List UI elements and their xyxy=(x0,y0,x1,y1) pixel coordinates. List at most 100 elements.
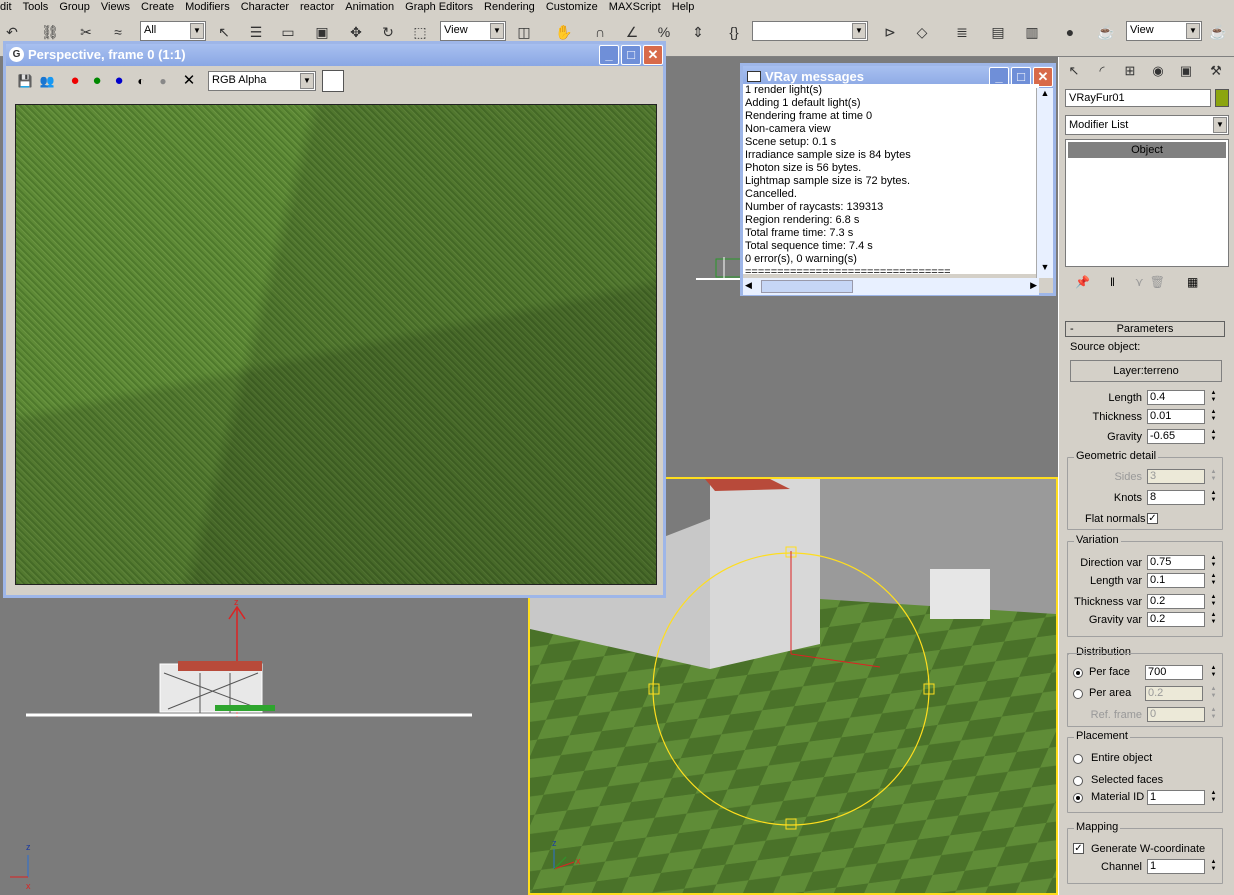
material-id-radio[interactable] xyxy=(1073,793,1083,803)
per-area-radio[interactable] xyxy=(1073,689,1083,699)
pivot-icon[interactable]: ◫ xyxy=(514,21,534,43)
modify-tab-icon[interactable]: ◜ xyxy=(1091,60,1113,82)
menu-item-group[interactable]: Group xyxy=(59,1,97,13)
menu-item-graph-editors[interactable]: Graph Editors xyxy=(405,1,480,13)
ref-frame-field[interactable]: 0 xyxy=(1147,707,1205,722)
undo-icon[interactable]: ↶ xyxy=(2,21,22,43)
selected-faces-radio[interactable] xyxy=(1073,776,1083,786)
thickness-spinner[interactable]: ▲ ▼ xyxy=(1209,409,1218,424)
spinner-snap-icon[interactable]: ⇕ xyxy=(688,21,708,43)
thickness-var-field[interactable]: 0.2 xyxy=(1147,594,1205,609)
sides-field[interactable]: 3 xyxy=(1147,469,1205,484)
modifier-list-dropdown[interactable]: Modifier List ▼ xyxy=(1065,115,1229,135)
length-var-field[interactable]: 0.1 xyxy=(1147,573,1205,588)
generate-w-checkbox[interactable]: ✓ xyxy=(1073,843,1084,854)
render-view-dropdown[interactable]: View ▼ xyxy=(1126,21,1202,41)
percent-snap-icon[interactable]: % xyxy=(654,21,674,43)
move-icon[interactable]: ✥ xyxy=(346,21,366,43)
red-channel-icon[interactable]: ● xyxy=(66,72,84,90)
scroll-down-icon[interactable]: ▼ xyxy=(1037,262,1053,278)
rect-selection-icon[interactable]: ▭ xyxy=(278,21,298,43)
layer-manager-icon[interactable]: ≣ xyxy=(952,21,972,43)
save-icon[interactable]: 💾 xyxy=(16,72,34,90)
close-button[interactable]: ✕ xyxy=(643,45,663,65)
menu-item-modifiers[interactable]: Modifiers xyxy=(185,1,237,13)
horizontal-scrollbar[interactable]: ◀ ▶ xyxy=(743,278,1039,295)
utilities-tab-icon[interactable]: ⚒ xyxy=(1205,60,1227,82)
menu-item-reactor[interactable]: reactor xyxy=(300,1,341,13)
menu-item-create[interactable]: Create xyxy=(141,1,181,13)
length-field[interactable]: 0.4 xyxy=(1147,390,1205,405)
sides-spinner[interactable]: ▲ ▼ xyxy=(1209,469,1218,484)
material-editor-icon[interactable]: ● xyxy=(1060,21,1080,43)
unlink-icon[interactable]: ✂ xyxy=(76,21,96,43)
remove-modifier-icon[interactable]: 🗑 xyxy=(1150,275,1165,295)
scroll-right-icon[interactable]: ▶ xyxy=(1030,280,1037,291)
render-scene-icon[interactable]: ☕ xyxy=(1096,21,1116,43)
select-link-icon[interactable]: ⛓ xyxy=(40,21,60,43)
material-id-field[interactable]: 1 xyxy=(1147,790,1205,805)
green-channel-icon[interactable]: ● xyxy=(88,72,106,90)
make-unique-icon[interactable]: ⋎ xyxy=(1135,275,1144,295)
snap-3d-icon[interactable]: ∩ xyxy=(590,21,610,43)
thickness-field[interactable]: 0.01 xyxy=(1147,409,1205,424)
menu-item-customize[interactable]: Customize xyxy=(546,1,605,13)
menu-item-maxscript[interactable]: MAXScript xyxy=(609,1,668,13)
selection-filter-dropdown[interactable]: All ▼ xyxy=(140,21,206,41)
frame-buffer-titlebar[interactable]: G Perspective, frame 0 (1:1) _ □ ✕ xyxy=(6,44,663,66)
knots-spinner[interactable]: ▲ ▼ xyxy=(1209,490,1218,505)
ref-coord-dropdown[interactable]: View ▼ xyxy=(440,21,506,41)
gravity-spinner[interactable]: ▲ ▼ xyxy=(1209,429,1218,444)
gravity-field[interactable]: -0.65 xyxy=(1147,429,1205,444)
thickness-var-spinner[interactable]: ▲ ▼ xyxy=(1209,594,1218,609)
minimize-button[interactable]: _ xyxy=(599,45,619,65)
display-tab-icon[interactable]: ▣ xyxy=(1175,60,1197,82)
menu-item-help[interactable]: Help xyxy=(672,1,702,13)
blue-channel-icon[interactable]: ● xyxy=(110,72,128,90)
maximize-button[interactable]: □ xyxy=(621,45,641,65)
select-by-name-icon[interactable]: ☰ xyxy=(246,21,266,43)
clear-icon[interactable]: ✕ xyxy=(180,72,198,90)
hierarchy-tab-icon[interactable]: ⊞ xyxy=(1119,60,1141,82)
show-end-result-icon[interactable]: ‖ xyxy=(1110,275,1115,295)
channel-dropdown[interactable]: RGB Alpha ▼ xyxy=(208,71,316,91)
menu-item-dit[interactable]: dit xyxy=(0,1,19,13)
menu-item-animation[interactable]: Animation xyxy=(345,1,401,13)
clone-icon[interactable]: 👥 xyxy=(38,72,56,90)
quick-render-icon[interactable]: ☕ xyxy=(1208,21,1228,43)
menu-item-views[interactable]: Views xyxy=(101,1,137,13)
source-object-button[interactable]: Layer:terreno xyxy=(1070,360,1222,382)
mono-channel-icon[interactable]: ● xyxy=(154,72,172,90)
scale-icon[interactable]: ⬚ xyxy=(410,21,430,43)
alpha-channel-icon[interactable]: ◐ xyxy=(132,72,150,90)
channel-field[interactable]: 1 xyxy=(1147,859,1205,874)
per-face-radio[interactable] xyxy=(1073,668,1083,678)
direction-var-field[interactable]: 0.75 xyxy=(1147,555,1205,570)
flat-normals-checkbox[interactable]: ✓ xyxy=(1147,513,1158,524)
length-spinner[interactable]: ▲ ▼ xyxy=(1209,390,1218,405)
gravity-var-spinner[interactable]: ▲ ▼ xyxy=(1209,612,1218,627)
material-id-spinner[interactable]: ▲ ▼ xyxy=(1209,790,1218,805)
channel-spinner[interactable]: ▲ ▼ xyxy=(1209,859,1218,874)
menu-item-character[interactable]: Character xyxy=(241,1,296,13)
curve-editor-icon[interactable]: ▤ xyxy=(988,21,1008,43)
object-name-field[interactable]: VRayFur01 xyxy=(1065,89,1211,107)
per-area-spinner[interactable]: ▲ ▼ xyxy=(1209,686,1218,701)
object-color-swatch[interactable] xyxy=(1215,89,1229,107)
per-face-field[interactable]: 700 xyxy=(1145,665,1203,680)
schematic-view-icon[interactable]: ▥ xyxy=(1022,21,1042,43)
vertical-scrollbar[interactable]: ▲ ▼ xyxy=(1036,88,1053,278)
gravity-var-field[interactable]: 0.2 xyxy=(1147,612,1205,627)
stack-item-object[interactable]: Object xyxy=(1068,142,1226,158)
bind-space-warp-icon[interactable]: ≈ xyxy=(108,21,128,43)
parameters-rollout-header[interactable]: - Parameters xyxy=(1065,321,1225,337)
configure-sets-icon[interactable]: ▦ xyxy=(1187,275,1198,295)
color-swatch[interactable] xyxy=(322,70,344,92)
named-selection-dropdown[interactable]: ▼ xyxy=(752,21,868,41)
length-var-spinner[interactable]: ▲ ▼ xyxy=(1209,573,1218,588)
scroll-thumb[interactable] xyxy=(761,280,853,293)
per-face-spinner[interactable]: ▲ ▼ xyxy=(1209,665,1218,680)
scroll-left-icon[interactable]: ◀ xyxy=(745,280,752,291)
scroll-up-icon[interactable]: ▲ xyxy=(1037,88,1053,104)
angle-snap-icon[interactable]: ∠ xyxy=(622,21,642,43)
